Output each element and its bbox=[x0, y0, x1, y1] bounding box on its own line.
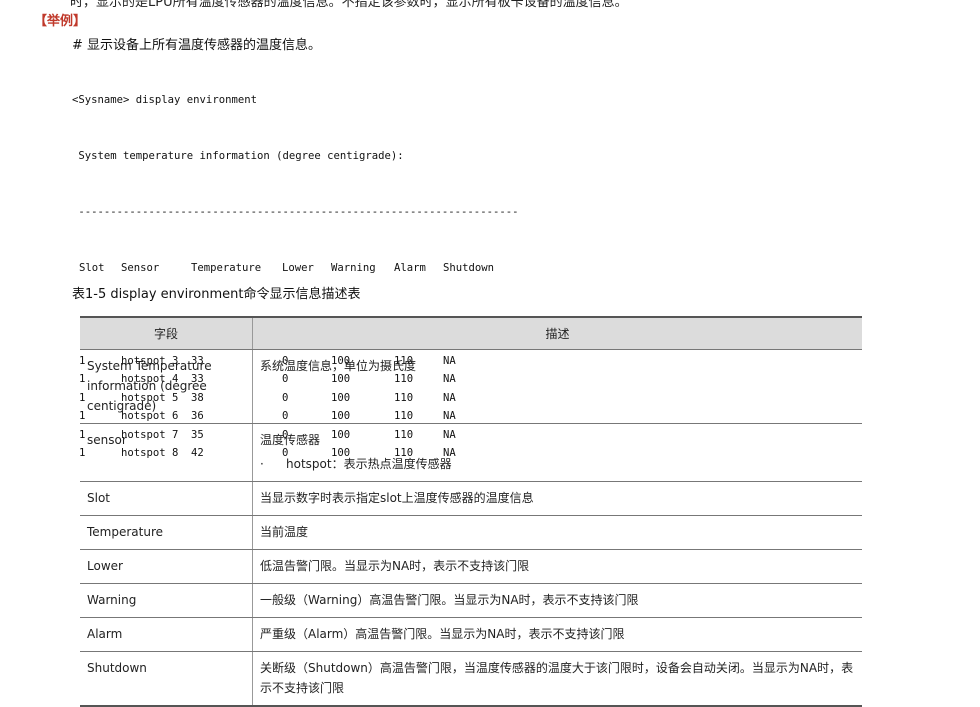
cli-header-line: System temperature information (degree c… bbox=[72, 149, 404, 162]
cli-prompt-line: <Sysname> display environment bbox=[72, 94, 257, 107]
description-text: 当显示数字时表示指定slot上温度传感器的温度信息 bbox=[260, 491, 534, 505]
field-cell: Temperature bbox=[80, 515, 253, 550]
description-table: 字段 描述 System Temperature information (de… bbox=[80, 316, 862, 707]
cli-col-shutdown: Shutdown bbox=[443, 261, 495, 274]
bullet-item: · hotspot：表示热点温度传感器 bbox=[260, 454, 855, 474]
field-cell: sensor bbox=[80, 423, 253, 482]
description-text: 一般级（Warning）高温告警门限。当显示为NA时，表示不支持该门限 bbox=[260, 593, 639, 607]
table-row: Slot 当显示数字时表示指定slot上温度传感器的温度信息 bbox=[80, 481, 862, 516]
cli-col-temperature: Temperature bbox=[191, 261, 262, 274]
description-cell: 温度传感器 · hotspot：表示热点温度传感器 bbox=[252, 423, 862, 482]
table-row: Lower 低温告警门限。当显示为NA时，表示不支持该门限 bbox=[80, 549, 862, 584]
bullet-text: hotspot：表示热点温度传感器 bbox=[286, 457, 452, 471]
table-row: Alarm 严重级（Alarm）高温告警门限。当显示为NA时，表示不支持该门限 bbox=[80, 617, 862, 652]
table-body: System Temperature information (degree c… bbox=[80, 349, 862, 707]
description-cell: 一般级（Warning）高温告警门限。当显示为NA时，表示不支持该门限 bbox=[252, 583, 862, 618]
field-cell: Warning bbox=[80, 583, 253, 618]
field-cell: System Temperature information (degree c… bbox=[80, 349, 253, 424]
description-cell: 严重级（Alarm）高温告警门限。当显示为NA时，表示不支持该门限 bbox=[252, 617, 862, 652]
cli-col-alarm: Alarm bbox=[394, 261, 426, 274]
cli-col-slot: Slot bbox=[79, 261, 105, 274]
cli-col-warning: Warning bbox=[331, 261, 376, 274]
bullet-dot-icon: · bbox=[260, 457, 264, 471]
field-cell: Lower bbox=[80, 549, 253, 584]
description-text: 系统温度信息，单位为摄氏度 bbox=[260, 359, 417, 373]
example-description: # 显示设备上所有温度传感器的温度信息。 bbox=[72, 38, 322, 53]
table-header-row: 字段 描述 bbox=[80, 316, 862, 350]
cli-col-lower: Lower bbox=[282, 261, 314, 274]
cli-separator-line: ----------------------------------------… bbox=[72, 205, 519, 218]
cli-column-header: Slot Sensor Temperature Lower Warning Al… bbox=[72, 259, 518, 278]
cli-col-sensor: Sensor bbox=[121, 261, 160, 274]
description-cell: 当前温度 bbox=[252, 515, 862, 550]
description-cell: 系统温度信息，单位为摄氏度 bbox=[252, 349, 862, 424]
field-cell: Slot bbox=[80, 481, 253, 516]
header-field: 字段 bbox=[80, 316, 253, 350]
table-row: Temperature 当前温度 bbox=[80, 515, 862, 550]
description-text: 严重级（Alarm）高温告警门限。当显示为NA时，表示不支持该门限 bbox=[260, 627, 625, 641]
description-text: 当前温度 bbox=[260, 525, 309, 539]
cut-off-paragraph: 时，显示的是LPU所有温度传感器的温度信息。不指定该参数时，显示所有板卡设备的温… bbox=[70, 0, 628, 10]
field-cell: Alarm bbox=[80, 617, 253, 652]
description-text: 低温告警门限。当显示为NA时，表示不支持该门限 bbox=[260, 559, 530, 573]
header-description: 描述 bbox=[252, 316, 862, 350]
example-heading: 【举例】 bbox=[34, 14, 87, 29]
description-text: 温度传感器 bbox=[260, 433, 321, 447]
table-row: Warning 一般级（Warning）高温告警门限。当显示为NA时，表示不支持该… bbox=[80, 583, 862, 618]
description-text: 关断级（Shutdown）高温告警门限，当温度传感器的温度大于该门限时，设备会自… bbox=[260, 661, 854, 695]
table-row: sensor 温度传感器 · hotspot：表示热点温度传感器 bbox=[80, 423, 862, 482]
table-caption: 表1-5 display environment命令显示信息描述表 bbox=[72, 287, 361, 302]
description-cell: 当显示数字时表示指定slot上温度传感器的温度信息 bbox=[252, 481, 862, 516]
description-cell: 低温告警门限。当显示为NA时，表示不支持该门限 bbox=[252, 549, 862, 584]
table-row: System Temperature information (degree c… bbox=[80, 349, 862, 424]
